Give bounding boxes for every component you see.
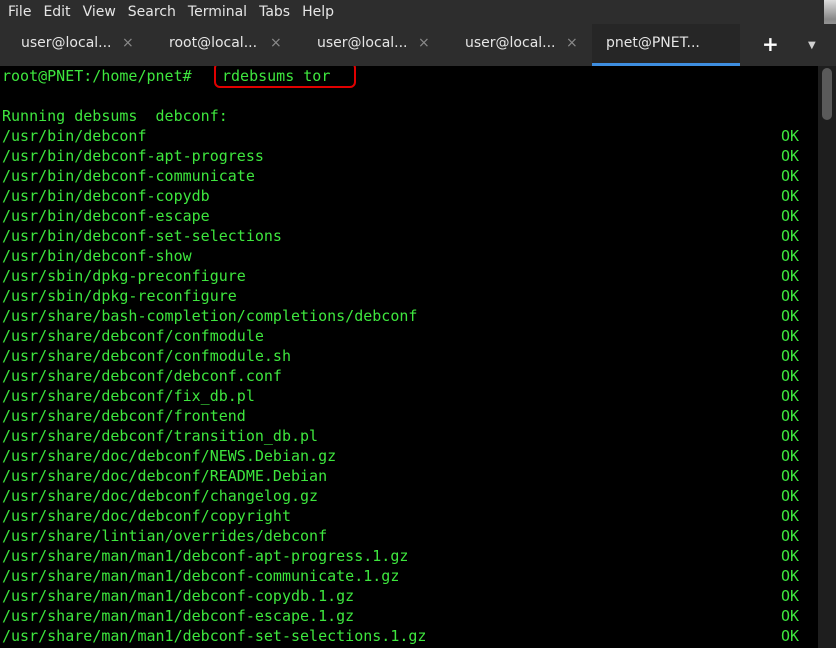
status-ok: OK [781, 527, 800, 545]
scrollbar-thumb[interactable] [822, 68, 832, 120]
menu-file[interactable]: File [2, 0, 37, 24]
status-ok: OK [781, 207, 800, 225]
file-path: /usr/bin/debconf-set-selections [2, 227, 282, 245]
file-path: /usr/share/debconf/fix_db.pl [2, 387, 255, 405]
menu-view[interactable]: View [77, 0, 122, 24]
file-path: /usr/share/lintian/overrides/debconf [2, 527, 328, 545]
status-ok: OK [781, 547, 800, 565]
close-icon[interactable]: × [566, 35, 578, 51]
file-path: /usr/share/doc/debconf/changelog.gz [2, 487, 319, 505]
status-ok: OK [781, 567, 800, 585]
status-ok: OK [781, 247, 800, 265]
file-path: /usr/share/man/man1/debconf-communicate.… [2, 567, 400, 585]
tab-label: user@local... [317, 35, 408, 51]
file-path: /usr/share/man/man1/debconf-escape.1.gz [2, 607, 355, 625]
file-path: /usr/bin/debconf-escape [2, 207, 210, 225]
status-ok: OK [781, 347, 800, 365]
file-path: /usr/share/doc/debconf/NEWS.Debian.gz [2, 447, 337, 465]
status-ok: OK [781, 287, 800, 305]
file-path: /usr/share/doc/debconf/README.Debian [2, 467, 328, 485]
tab-root[interactable]: root@local... × [148, 24, 296, 66]
menu-edit[interactable]: Edit [37, 0, 76, 24]
menu-bar: File Edit View Search Terminal Tabs Help [0, 0, 836, 24]
file-path: /usr/share/man/man1/debconf-copydb.1.gz [2, 587, 355, 605]
status-ok: OK [781, 147, 800, 165]
status-ok: OK [781, 427, 800, 445]
close-icon[interactable]: × [122, 35, 134, 51]
terminal-output[interactable]: root@PNET:/home/pnet# rdebsums tor Runni… [0, 66, 818, 648]
tab-pnet-active[interactable]: pnet@PNET... [592, 24, 740, 66]
status-ok: OK [781, 627, 800, 645]
file-path: /usr/share/debconf/confmodule [2, 327, 264, 345]
status-ok: OK [781, 307, 800, 325]
file-path: /usr/share/debconf/transition_db.pl [2, 427, 319, 445]
file-path: /usr/bin/debconf-communicate [2, 167, 255, 185]
file-path: /usr/sbin/dpkg-preconfigure [2, 267, 246, 285]
tab-user-1[interactable]: user@local... × [0, 24, 148, 66]
new-tab-button[interactable]: + [762, 34, 779, 54]
menu-tabs[interactable]: Tabs [253, 0, 296, 24]
shell-prompt: root@PNET:/home/pnet# [2, 67, 192, 85]
file-path: /usr/bin/debconf-copydb [2, 187, 210, 205]
status-ok: OK [781, 467, 800, 485]
tab-bar: user@local... × root@local... × user@loc… [0, 24, 836, 66]
tab-label: pnet@PNET... [606, 35, 700, 51]
close-icon[interactable]: × [270, 35, 282, 51]
status-ok: OK [781, 587, 800, 605]
status-ok: OK [781, 367, 800, 385]
file-path: /usr/sbin/dpkg-reconfigure [2, 287, 237, 305]
file-path: /usr/share/man/man1/debconf-apt-progress… [2, 547, 409, 565]
status-ok: OK [781, 387, 800, 405]
scrollbar[interactable] [818, 66, 836, 648]
file-path: /usr/share/man/man1/debconf-set-selectio… [2, 627, 427, 645]
file-path: /usr/share/debconf/confmodule.sh [2, 347, 291, 365]
close-icon[interactable]: × [418, 35, 430, 51]
menu-terminal[interactable]: Terminal [182, 0, 253, 24]
file-path: /usr/bin/debconf [2, 127, 147, 145]
status-ok: OK [781, 487, 800, 505]
tab-user-2[interactable]: user@local... × [296, 24, 444, 66]
status-ok: OK [781, 447, 800, 465]
status-ok: OK [781, 187, 800, 205]
menu-help[interactable]: Help [296, 0, 340, 24]
menu-search[interactable]: Search [122, 0, 182, 24]
tab-label: root@local... [169, 35, 258, 51]
tab-label: user@local... [465, 35, 556, 51]
tab-menu-dropdown-icon[interactable]: ▼ [808, 40, 816, 51]
file-path: /usr/bin/debconf-apt-progress [2, 147, 264, 165]
output-heading: Running debsums debconf: [2, 107, 228, 125]
file-path: /usr/share/debconf/debconf.conf [2, 367, 282, 385]
status-ok: OK [781, 407, 800, 425]
status-ok: OK [781, 327, 800, 345]
command-text: rdebsums tor [222, 67, 331, 85]
status-ok: OK [781, 127, 800, 145]
tab-label: user@local... [21, 35, 112, 51]
file-path: /usr/share/debconf/frontend [2, 407, 246, 425]
status-ok: OK [781, 167, 800, 185]
status-ok: OK [781, 227, 800, 245]
file-path: /usr/share/bash-completion/completions/d… [2, 307, 418, 325]
status-ok: OK [781, 507, 800, 525]
file-path: /usr/bin/debconf-show [2, 247, 192, 265]
status-ok: OK [781, 267, 800, 285]
tab-user-3[interactable]: user@local... × [444, 24, 592, 66]
file-path: /usr/share/doc/debconf/copyright [2, 507, 291, 525]
status-ok: OK [781, 607, 800, 625]
